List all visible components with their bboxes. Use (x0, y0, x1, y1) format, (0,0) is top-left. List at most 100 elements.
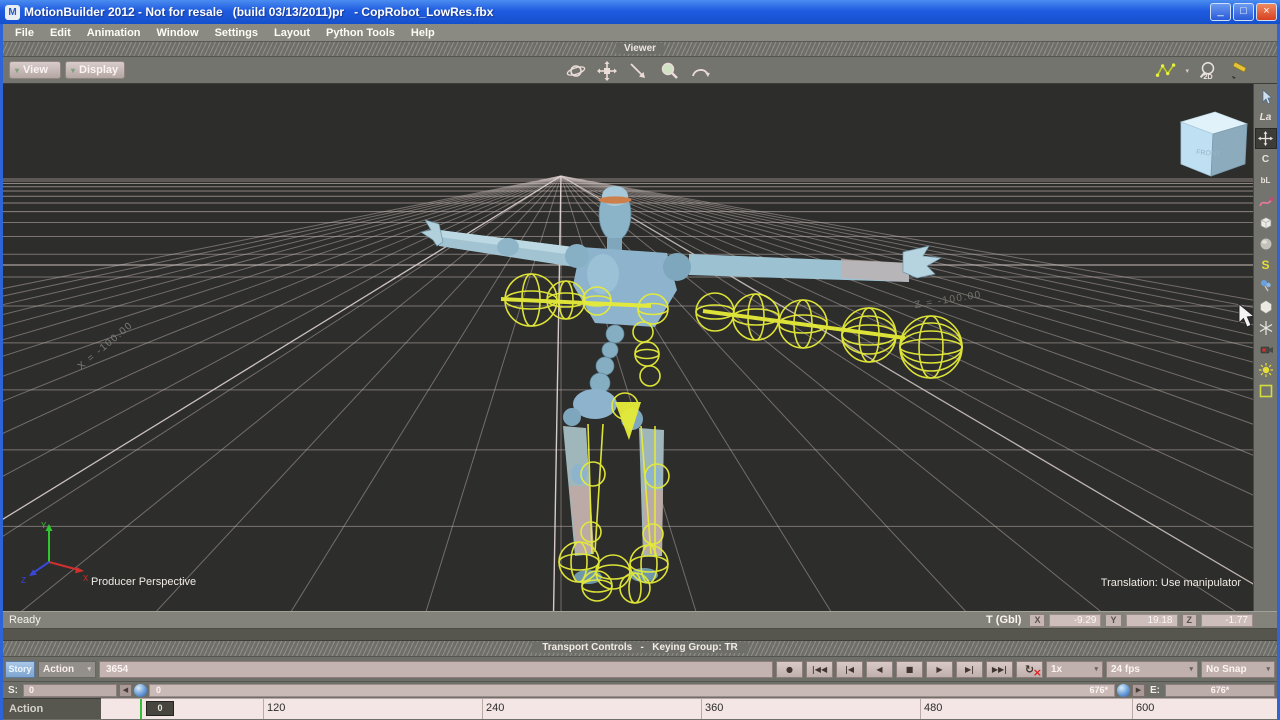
menu-animation[interactable]: Animation (79, 27, 149, 39)
menu-edit[interactable]: Edit (42, 27, 79, 39)
loop-off-mark: × (1032, 665, 1042, 679)
go-to-start-button[interactable]: |◀◀ (806, 660, 833, 678)
scroll-left-button[interactable]: ◀ (119, 683, 132, 697)
viewer-pane-title: Viewer (615, 43, 665, 54)
frame-count-field[interactable]: 3654 (99, 660, 773, 678)
title-bar: M MotionBuilder 2012 - Not for resale (b… (0, 0, 1280, 24)
scroll-right-button[interactable]: ▶ (1132, 683, 1145, 697)
loop-button[interactable]: ↻ × (1016, 660, 1043, 679)
rotate-icon[interactable]: C (1255, 149, 1277, 170)
x-value-field[interactable]: -9.29 (1049, 613, 1102, 627)
transport-title: Transport Controls - Keying Group: TR (532, 642, 748, 653)
arc-rotate-icon[interactable] (689, 60, 711, 82)
motionbuilder-window: M MotionBuilder 2012 - Not for resale (b… (0, 0, 1280, 720)
range-slider-track[interactable]: 0 676* (149, 683, 1115, 697)
viewer-pane-header: Viewer (3, 42, 1277, 57)
menu-settings[interactable]: Settings (207, 27, 266, 39)
select-line-icon[interactable] (627, 60, 649, 82)
range-end-field[interactable]: 676* (1165, 683, 1275, 697)
pan-icon[interactable] (596, 60, 618, 82)
region-frame-icon[interactable] (1255, 380, 1277, 401)
menu-help[interactable]: Help (403, 27, 443, 39)
scale-icon[interactable]: bL (1255, 170, 1277, 191)
geometry-icon[interactable] (1255, 296, 1277, 317)
snowflake-icon[interactable] (1255, 317, 1277, 338)
viewport-canvas[interactable]: X = -100.00 Z = -100.00 FRONT Y X Z Prod… (3, 84, 1253, 611)
y-value-field[interactable]: 19.18 (1125, 613, 1178, 627)
window-border-left (0, 24, 3, 720)
view-dropdown-button[interactable]: ▾ View (9, 61, 61, 79)
lasso-icon[interactable]: La (1255, 107, 1277, 128)
timeline-ruler[interactable]: 120 240 360 480 600 0 (101, 698, 1277, 719)
playback-speed-dropdown[interactable]: 1x ▾ (1046, 660, 1103, 678)
camera-label: Producer Perspective (91, 576, 196, 588)
record-button[interactable]: ● (776, 660, 803, 678)
curve-pen-icon[interactable] (1255, 191, 1277, 212)
go-to-end-button[interactable]: ▶▶| (986, 660, 1013, 678)
tick-240: 240 (486, 702, 505, 714)
menu-window[interactable]: Window (149, 27, 207, 39)
maximize-button[interactable]: □ (1233, 3, 1254, 21)
snap-dropdown[interactable]: No Snap ▾ (1201, 660, 1275, 678)
stop-button[interactable]: ■ (896, 660, 923, 678)
chevron-down-icon: ▾ (1266, 666, 1270, 673)
range-start-field[interactable]: 0 (23, 683, 117, 697)
range-start-label: S: (8, 684, 18, 696)
panel-divider (3, 629, 1277, 641)
transport-header: Transport Controls - Keying Group: TR (3, 641, 1277, 656)
range-end-handle[interactable] (1117, 683, 1130, 697)
manipulator-hint-label: Translation: Use manipulator (1101, 577, 1242, 589)
s-mode-icon[interactable]: S (1255, 254, 1277, 275)
axis-gizmo: Y X Z (21, 521, 89, 585)
translate-icon[interactable] (1254, 128, 1277, 149)
close-button[interactable]: × (1256, 3, 1277, 21)
sun-icon[interactable] (1255, 359, 1277, 380)
tick-120: 120 (267, 702, 286, 714)
next-key-button[interactable]: ▶| (956, 660, 983, 678)
draw-icon[interactable] (1227, 60, 1249, 82)
menu-file[interactable]: File (7, 27, 42, 39)
play-button[interactable]: ▶ (926, 660, 953, 678)
fps-dropdown[interactable]: 24 fps ▾ (1106, 660, 1198, 678)
spline-icon[interactable] (1155, 60, 1177, 82)
chevron-down-icon: ▾ (15, 65, 20, 75)
previous-key-button[interactable]: |◀ (836, 660, 863, 678)
tick-360: 360 (705, 702, 724, 714)
loop-start-value: 0 (156, 685, 162, 695)
status-ready-label: Ready (9, 614, 41, 626)
sphere-icon[interactable] (1255, 233, 1277, 254)
cube-icon[interactable] (1255, 212, 1277, 233)
axis-y-label: Y (41, 521, 47, 530)
z-value-field[interactable]: -1.77 (1201, 613, 1253, 627)
ik-icon[interactable] (1255, 275, 1277, 296)
transform-mode-label: T (Gbl) (986, 614, 1022, 626)
step-back-button[interactable]: ◀ (866, 660, 893, 678)
playhead[interactable] (140, 699, 142, 719)
chevron-down-icon: ▾ (1094, 666, 1098, 673)
action-mode-dropdown[interactable]: Action ▾ (38, 660, 96, 678)
story-button[interactable]: Story (5, 660, 35, 678)
playhead-frame-badge: 0 (146, 701, 174, 716)
zoom-icon[interactable] (658, 60, 680, 82)
axis-x-label: X (83, 574, 89, 583)
zoom-2d-icon[interactable]: 2D (1197, 60, 1219, 82)
camera-marker-icon[interactable] (1255, 338, 1277, 359)
z-axis-tab: Z (1181, 613, 1197, 627)
display-dropdown-button[interactable]: ▾ Display (65, 61, 125, 79)
chevron-down-icon: ▾ (71, 65, 76, 75)
orbit-icon[interactable] (565, 60, 587, 82)
range-start-handle[interactable] (134, 683, 147, 697)
minimize-button[interactable]: _ (1210, 3, 1231, 21)
timeline: Action 120 240 360 480 600 0 (3, 698, 1277, 719)
menu-layout[interactable]: Layout (266, 27, 318, 39)
axis-z-label: Z (21, 576, 26, 585)
chevron-down-icon[interactable]: ▾ (1185, 67, 1189, 75)
menu-python-tools[interactable]: Python Tools (318, 27, 403, 39)
transport-controls: Story Action ▾ 3654 ● |◀◀ |◀ ◀ ■ ▶ ▶| ▶▶… (3, 656, 1277, 681)
select-arrow-icon[interactable] (1255, 86, 1277, 107)
x-axis-tab: X (1029, 613, 1046, 627)
loop-end-value: 676* (1089, 685, 1108, 695)
window-title: MotionBuilder 2012 - Not for resale (bui… (24, 5, 494, 19)
global-translation-readout: T (Gbl) X -9.29 Y 19.18 Z -1.77 (986, 613, 1253, 627)
view-cube: FRONT (1179, 111, 1249, 177)
